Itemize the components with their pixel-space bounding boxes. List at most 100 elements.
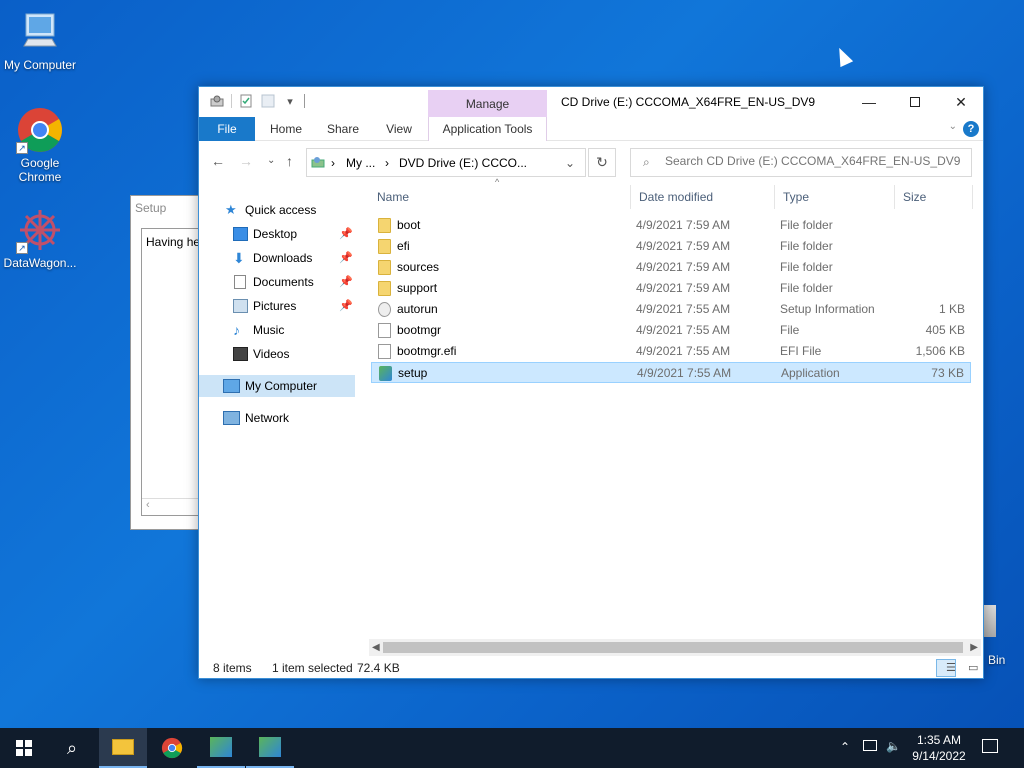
file-date: 4/9/2021 7:59 AM bbox=[636, 260, 731, 274]
search-input[interactable] bbox=[665, 154, 965, 168]
tab-file[interactable]: File bbox=[199, 117, 255, 141]
search-box[interactable]: ⌕ bbox=[630, 148, 972, 177]
horizontal-scrollbar[interactable]: ◀ ▶ bbox=[369, 639, 981, 656]
tab-view[interactable]: View bbox=[377, 117, 421, 141]
new-folder-icon[interactable] bbox=[260, 93, 276, 109]
status-bar: 8 items 1 item selected 72.4 KB ☰ ▭ bbox=[199, 657, 983, 679]
column-header-name[interactable]: Name bbox=[369, 185, 631, 209]
scroll-left-icon[interactable]: ◀ bbox=[372, 639, 380, 656]
address-bar[interactable]: › My ... › DVD Drive (E:) CCCO... ⌄ bbox=[306, 148, 586, 177]
desktop-icon-chrome[interactable]: ↗ Google Chrome bbox=[0, 106, 80, 184]
clock-time: 1:35 AM bbox=[916, 733, 962, 747]
file-type: Setup Information bbox=[780, 302, 875, 316]
pin-icon[interactable]: 📌 bbox=[339, 223, 353, 245]
search-button[interactable]: ⌕ bbox=[48, 728, 96, 768]
star-icon: ★ bbox=[225, 202, 237, 217]
volume-tray-icon[interactable]: 🔈 bbox=[886, 739, 901, 753]
nav-item-videos[interactable]: Videos bbox=[199, 343, 355, 365]
nav-item-documents[interactable]: Documents 📌 bbox=[199, 271, 355, 293]
pin-icon[interactable]: 📌 bbox=[339, 271, 353, 293]
start-button[interactable] bbox=[0, 728, 48, 768]
file-row[interactable]: boot 4/9/2021 7:59 AM File folder bbox=[371, 215, 971, 236]
refresh-button[interactable]: ↻ bbox=[588, 148, 616, 177]
nav-item-quick-access[interactable]: ★ Quick access bbox=[199, 199, 355, 221]
file-row-selected[interactable]: setup 4/9/2021 7:55 AM Application 73 KB bbox=[371, 362, 971, 383]
recent-locations-button[interactable]: ⌄ bbox=[267, 155, 275, 166]
tab-manage[interactable]: Manage bbox=[428, 90, 547, 117]
shortcut-arrow-icon: ↗ bbox=[16, 242, 28, 254]
large-icons-view-icon: ▭ bbox=[968, 662, 979, 674]
properties-icon[interactable] bbox=[238, 93, 254, 109]
folder-icon bbox=[378, 239, 391, 254]
tab-application-tools[interactable]: Application Tools bbox=[428, 117, 547, 141]
taskbar-file-explorer[interactable] bbox=[99, 728, 147, 768]
nav-item-pictures[interactable]: Pictures 📌 bbox=[199, 295, 355, 317]
desktop-icon-datawagon[interactable]: ↗ DataWagon... bbox=[0, 206, 80, 270]
file-row[interactable]: efi 4/9/2021 7:59 AM File folder bbox=[371, 236, 971, 257]
desktop-icon-label: My Computer bbox=[3, 58, 77, 72]
file-size: 73 KB bbox=[931, 366, 964, 380]
refresh-icon: ↻ bbox=[596, 154, 608, 170]
large-icons-view-button[interactable]: ▭ bbox=[958, 659, 978, 677]
tab-home[interactable]: Home bbox=[261, 117, 311, 141]
back-button[interactable]: ← bbox=[211, 153, 225, 169]
file-name: bootmgr bbox=[397, 323, 442, 337]
music-icon: ♪ bbox=[233, 322, 240, 338]
close-button[interactable]: ✕ bbox=[938, 87, 984, 117]
show-hidden-icons-button[interactable]: ⌃ bbox=[840, 740, 850, 754]
pin-icon[interactable]: 📌 bbox=[339, 247, 353, 269]
notifications-button[interactable] bbox=[982, 739, 998, 756]
breadcrumb-my-computer[interactable]: My ... bbox=[346, 156, 375, 170]
ribbon-tabs: File Home Share View Application Tools ⌄… bbox=[199, 117, 983, 141]
file-row[interactable]: autorun 4/9/2021 7:55 AM Setup Informati… bbox=[371, 299, 971, 320]
help-icon[interactable]: ? bbox=[963, 121, 979, 137]
maximize-button[interactable] bbox=[892, 87, 938, 117]
taskbar-chrome[interactable] bbox=[148, 728, 196, 768]
folder-icon bbox=[378, 281, 391, 296]
nav-item-label: Quick access bbox=[245, 203, 317, 217]
nav-item-downloads[interactable]: ⬇ Downloads 📌 bbox=[199, 247, 355, 269]
column-header-size[interactable]: Size bbox=[895, 185, 973, 209]
column-header-type[interactable]: Type bbox=[775, 185, 895, 209]
navigation-pane: ★ Quick access Desktop 📌 ⬇ Downloads 📌 D… bbox=[199, 185, 359, 650]
tab-share[interactable]: Share bbox=[319, 117, 367, 141]
desktop-icon-recycle-bin[interactable]: Bin bbox=[984, 605, 1005, 667]
file-row[interactable]: support 4/9/2021 7:59 AM File folder bbox=[371, 278, 971, 299]
file-date: 4/9/2021 7:55 AM bbox=[636, 302, 731, 316]
pin-icon[interactable]: 📌 bbox=[339, 295, 353, 317]
selection-count: 1 item selected bbox=[272, 661, 353, 675]
file-row[interactable]: bootmgr 4/9/2021 7:55 AM File 405 KB bbox=[371, 320, 971, 341]
address-dropdown-icon[interactable]: ⌄ bbox=[565, 156, 575, 170]
file-type: File folder bbox=[780, 239, 833, 253]
nav-item-network[interactable]: Network bbox=[199, 407, 355, 429]
document-icon bbox=[234, 275, 246, 289]
minimize-button[interactable]: — bbox=[846, 87, 892, 117]
expand-ribbon-icon[interactable]: ⌄ bbox=[949, 121, 957, 132]
file-type: File bbox=[780, 323, 800, 337]
nav-item-music[interactable]: ♪ Music bbox=[199, 319, 355, 341]
customize-qat-icon[interactable]: ▾ bbox=[282, 93, 298, 109]
recycle-bin-label: Bin bbox=[988, 653, 1006, 667]
file-name: sources bbox=[397, 260, 440, 274]
scroll-thumb[interactable] bbox=[383, 642, 963, 653]
scroll-right-icon[interactable]: ▶ bbox=[970, 639, 978, 656]
file-name: autorun bbox=[397, 302, 438, 316]
network-tray-icon[interactable] bbox=[863, 740, 877, 754]
network-icon bbox=[863, 740, 877, 751]
file-type: File folder bbox=[780, 281, 833, 295]
column-header-date[interactable]: Date modified bbox=[631, 185, 775, 209]
details-view-button[interactable]: ☰ bbox=[936, 659, 956, 677]
taskbar-setup-app-1[interactable] bbox=[197, 728, 245, 768]
forward-button[interactable]: → bbox=[239, 153, 253, 169]
clock[interactable]: 1:35 AM 9/14/2022 bbox=[906, 732, 972, 764]
taskbar-setup-app-2[interactable] bbox=[246, 728, 294, 768]
breadcrumb-dvd-drive[interactable]: DVD Drive (E:) CCCO... bbox=[399, 156, 527, 170]
nav-item-desktop[interactable]: Desktop 📌 bbox=[199, 223, 355, 245]
nav-item-my-computer[interactable]: My Computer bbox=[199, 375, 355, 397]
desktop-icon-my-computer[interactable]: My Computer bbox=[0, 8, 80, 72]
drive-icon[interactable] bbox=[209, 93, 225, 109]
file-row[interactable]: bootmgr.efi 4/9/2021 7:55 AM EFI File 1,… bbox=[371, 341, 971, 362]
up-button[interactable]: ↑ bbox=[286, 153, 293, 169]
file-row[interactable]: sources 4/9/2021 7:59 AM File folder bbox=[371, 257, 971, 278]
details-view-icon: ☰ bbox=[946, 662, 956, 674]
